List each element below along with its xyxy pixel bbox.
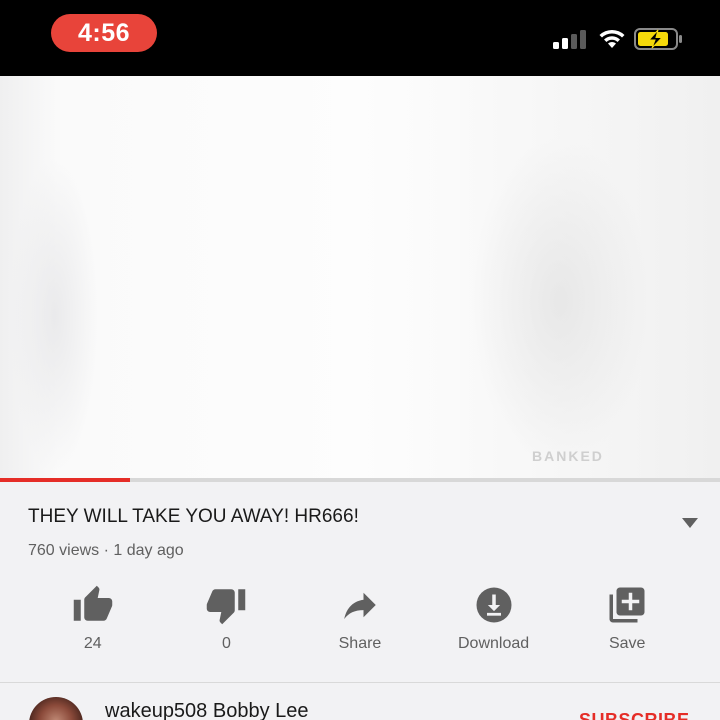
video-progress-bar[interactable] bbox=[0, 478, 720, 482]
video-watermark: BANKED bbox=[532, 448, 604, 464]
thumbs-down-icon bbox=[207, 589, 246, 625]
video-views-and-date: 760 views · 1 day ago bbox=[28, 542, 184, 559]
like-button[interactable]: 24 bbox=[26, 584, 160, 664]
wifi-icon bbox=[599, 29, 625, 48]
section-divider bbox=[0, 682, 720, 683]
dislike-button[interactable]: 0 bbox=[160, 584, 294, 664]
video-progress-fill bbox=[0, 478, 130, 482]
battery-charging-icon bbox=[634, 28, 682, 50]
save-button[interactable]: Save bbox=[560, 584, 694, 664]
expand-description-icon[interactable] bbox=[681, 517, 699, 529]
share-label: Share bbox=[338, 635, 382, 652]
share-button[interactable]: Share bbox=[293, 584, 427, 664]
video-frame-shadow bbox=[470, 136, 650, 466]
save-to-playlist-icon bbox=[609, 587, 645, 623]
share-icon bbox=[344, 592, 376, 619]
like-count: 24 bbox=[83, 635, 102, 652]
thumbs-up-icon bbox=[73, 585, 113, 621]
video-frame-shadow-left bbox=[10, 156, 100, 476]
video-title: THEY WILL TAKE YOU AWAY! HR666! bbox=[28, 506, 359, 527]
dislike-count: 0 bbox=[221, 635, 231, 652]
save-label: Save bbox=[608, 635, 646, 652]
status-bar: 4:56 bbox=[0, 0, 720, 76]
channel-name[interactable]: wakeup508 Bobby Lee bbox=[105, 700, 309, 720]
channel-avatar[interactable] bbox=[29, 697, 83, 720]
action-bar: 24 0 Share Download Save bbox=[26, 584, 694, 664]
download-button[interactable]: Download bbox=[427, 584, 561, 664]
download-icon bbox=[476, 587, 512, 623]
video-player[interactable]: BANKED bbox=[0, 76, 720, 481]
status-time: 4:56 bbox=[51, 14, 157, 52]
subscribe-button[interactable]: SUBSCRIBE bbox=[579, 710, 690, 720]
download-label: Download bbox=[458, 635, 530, 652]
cellular-signal-icon bbox=[553, 30, 586, 49]
